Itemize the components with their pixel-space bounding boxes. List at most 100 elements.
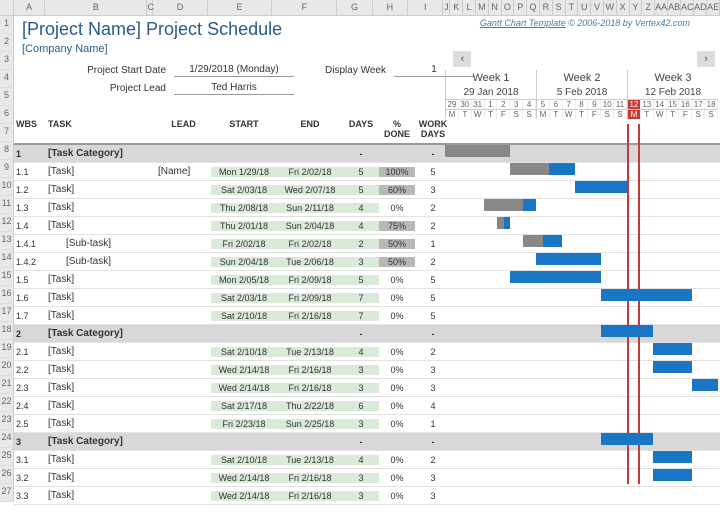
done-cell[interactable]: 0% — [379, 311, 415, 321]
wbs-cell[interactable]: 1.5 — [14, 275, 46, 285]
end-cell[interactable]: Tue 2/13/18 — [277, 347, 343, 357]
task-cell[interactable]: [Task] — [46, 184, 156, 195]
days-cell[interactable]: 5 — [343, 167, 379, 177]
done-cell[interactable]: 50% — [379, 257, 415, 267]
days-cell[interactable]: 3 — [343, 257, 379, 267]
days-cell[interactable]: 5 — [343, 275, 379, 285]
start-cell[interactable]: Wed 2/14/18 — [211, 365, 277, 375]
gantt-bar[interactable] — [653, 343, 692, 355]
wbs-cell[interactable]: 1.1 — [14, 167, 46, 177]
done-cell[interactable]: 0% — [379, 383, 415, 393]
next-week-button[interactable]: › — [697, 51, 715, 67]
wbs-cell[interactable]: 1.4 — [14, 221, 46, 231]
days-cell[interactable]: 3 — [343, 383, 379, 393]
end-cell[interactable]: Tue 2/13/18 — [277, 455, 343, 465]
start-cell[interactable]: Fri 2/02/18 — [211, 239, 277, 249]
start-cell[interactable]: Wed 2/14/18 — [211, 383, 277, 393]
task-cell[interactable]: [Task] — [46, 346, 156, 357]
gantt-bar[interactable] — [575, 181, 627, 193]
task-cell[interactable]: [Task] — [46, 292, 156, 303]
prev-week-button[interactable]: ‹ — [453, 51, 471, 67]
lead-cell[interactable]: [Name] — [156, 166, 211, 177]
work-cell[interactable]: 3 — [415, 491, 451, 501]
task-cell[interactable]: [Task] — [46, 472, 156, 483]
days-cell[interactable]: 3 — [343, 491, 379, 501]
end-cell[interactable]: Fri 2/16/18 — [277, 311, 343, 321]
gantt-bar[interactable] — [445, 145, 510, 157]
task-cell[interactable]: [Task] — [46, 454, 156, 465]
gantt-bar[interactable] — [653, 451, 692, 463]
days-cell[interactable]: 7 — [343, 311, 379, 321]
wbs-cell[interactable]: 2.4 — [14, 401, 46, 411]
end-cell[interactable]: Thu 2/22/18 — [277, 401, 343, 411]
wbs-cell[interactable]: 2.3 — [14, 383, 46, 393]
done-cell[interactable]: 0% — [379, 203, 415, 213]
end-cell[interactable]: Sun 2/11/18 — [277, 203, 343, 213]
done-cell[interactable]: 0% — [379, 347, 415, 357]
wbs-cell[interactable]: 3.3 — [14, 491, 46, 501]
task-cell[interactable]: [Task] — [46, 400, 156, 411]
gantt-bar[interactable] — [601, 325, 653, 337]
start-cell[interactable]: Wed 2/14/18 — [211, 491, 277, 501]
wbs-cell[interactable]: 2.1 — [14, 347, 46, 357]
days-cell[interactable]: 5 — [343, 185, 379, 195]
days-cell[interactable]: 4 — [343, 203, 379, 213]
done-cell[interactable]: 0% — [379, 419, 415, 429]
start-cell[interactable]: Sat 2/17/18 — [211, 401, 277, 411]
days-cell[interactable]: 3 — [343, 419, 379, 429]
task-cell[interactable]: [Sub-task] — [46, 256, 156, 267]
start-cell[interactable]: Thu 2/01/18 — [211, 221, 277, 231]
gantt-bar[interactable] — [653, 469, 692, 481]
done-cell[interactable]: 0% — [379, 275, 415, 285]
gantt-bar[interactable] — [510, 271, 601, 283]
task-cell[interactable]: [Task] — [46, 490, 156, 501]
days-cell[interactable]: 2 — [343, 239, 379, 249]
end-cell[interactable]: Wed 2/07/18 — [277, 185, 343, 195]
done-cell[interactable]: 0% — [379, 455, 415, 465]
days-cell[interactable]: 6 — [343, 401, 379, 411]
start-cell[interactable]: Mon 2/05/18 — [211, 275, 277, 285]
task-cell[interactable]: [Task] — [46, 202, 156, 213]
task-cell[interactable]: [Task] — [46, 382, 156, 393]
start-cell[interactable]: Sun 2/04/18 — [211, 257, 277, 267]
task-cell[interactable]: [Task Category] — [46, 328, 156, 339]
days-cell[interactable]: 3 — [343, 365, 379, 375]
gantt-bar[interactable] — [601, 433, 653, 445]
days-cell[interactable]: - — [343, 149, 379, 159]
task-cell[interactable]: [Task] — [46, 220, 156, 231]
task-cell[interactable]: [Task Category] — [46, 148, 156, 159]
task-cell[interactable]: [Sub-task] — [46, 238, 156, 249]
done-cell[interactable]: 0% — [379, 491, 415, 501]
wbs-cell[interactable]: 1.7 — [14, 311, 46, 321]
start-cell[interactable]: Sat 2/10/18 — [211, 311, 277, 321]
wbs-cell[interactable]: 3.2 — [14, 473, 46, 483]
end-cell[interactable]: Fri 2/02/18 — [277, 239, 343, 249]
end-cell[interactable]: Fri 2/09/18 — [277, 275, 343, 285]
wbs-cell[interactable]: 2.2 — [14, 365, 46, 375]
wbs-cell[interactable]: 1.4.2 — [14, 257, 46, 267]
start-cell[interactable]: Sat 2/03/18 — [211, 185, 277, 195]
start-cell[interactable]: Wed 2/14/18 — [211, 473, 277, 483]
end-cell[interactable]: Sun 2/25/18 — [277, 419, 343, 429]
days-cell[interactable]: 4 — [343, 347, 379, 357]
done-cell[interactable]: 75% — [379, 221, 415, 231]
wbs-cell[interactable]: 2 — [14, 329, 46, 339]
wbs-cell[interactable]: 1.6 — [14, 293, 46, 303]
done-cell[interactable]: 100% — [379, 167, 415, 177]
days-cell[interactable]: - — [343, 437, 379, 447]
template-link[interactable]: Gantt Chart Template — [480, 18, 566, 28]
start-cell[interactable]: Sat 2/03/18 — [211, 293, 277, 303]
end-cell[interactable]: Fri 2/16/18 — [277, 365, 343, 375]
task-cell[interactable]: [Task] — [46, 310, 156, 321]
start-cell[interactable]: Fri 2/23/18 — [211, 419, 277, 429]
days-cell[interactable]: 4 — [343, 455, 379, 465]
wbs-cell[interactable]: 2.5 — [14, 419, 46, 429]
wbs-cell[interactable]: 3 — [14, 437, 46, 447]
gantt-bar[interactable] — [536, 253, 601, 265]
task-cell[interactable]: [Task] — [46, 364, 156, 375]
task-cell[interactable]: [Task] — [46, 418, 156, 429]
gantt-bar[interactable] — [692, 379, 718, 391]
start-cell[interactable]: Sat 2/10/18 — [211, 347, 277, 357]
wbs-cell[interactable]: 1.3 — [14, 203, 46, 213]
days-cell[interactable]: - — [343, 329, 379, 339]
